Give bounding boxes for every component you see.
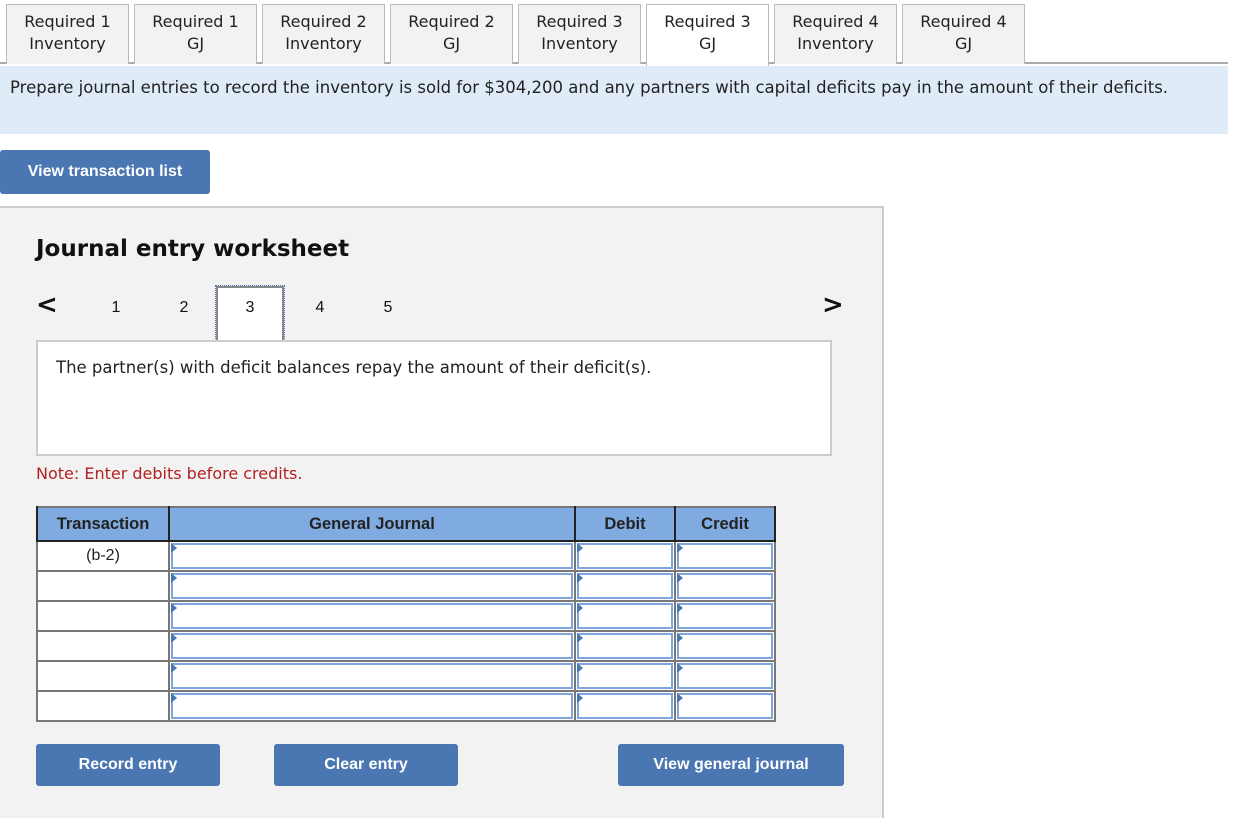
tab-label-line1: Required 3 (664, 12, 751, 31)
transaction-cell (36, 690, 170, 722)
debit-input[interactable] (574, 660, 676, 692)
account-input[interactable] (168, 600, 576, 632)
view-general-journal-button[interactable]: View general journal (618, 744, 844, 786)
journal-table: Transaction General Journal Debit Credit… (36, 506, 776, 722)
dropdown-marker-icon (171, 603, 177, 613)
credit-input[interactable] (674, 600, 776, 632)
input-marker-icon (577, 663, 583, 673)
account-input[interactable] (168, 570, 576, 602)
transaction-description: The partner(s) with deficit balances rep… (36, 340, 832, 456)
dropdown-marker-icon (171, 573, 177, 583)
tab-required-2-gj[interactable]: Required 2 GJ (390, 4, 513, 64)
tab-label-line1: Required 1 (152, 12, 239, 31)
input-marker-icon (577, 693, 583, 703)
input-marker-icon (677, 693, 683, 703)
table-row (36, 600, 776, 632)
input-marker-icon (577, 543, 583, 553)
credit-input[interactable] (674, 570, 776, 602)
account-input[interactable] (168, 540, 576, 572)
input-marker-icon (677, 543, 683, 553)
dropdown-marker-icon (171, 663, 177, 673)
debit-input[interactable] (574, 570, 676, 602)
credit-input[interactable] (674, 690, 776, 722)
account-input[interactable] (168, 690, 576, 722)
table-row (36, 630, 776, 662)
page-5[interactable]: 5 (354, 288, 422, 344)
transaction-cell: (b-2) (36, 540, 170, 572)
page-4[interactable]: 4 (286, 288, 354, 344)
page-2[interactable]: 2 (150, 288, 218, 344)
input-marker-icon (677, 573, 683, 583)
clear-entry-button[interactable]: Clear entry (274, 744, 458, 786)
credit-input[interactable] (674, 630, 776, 662)
table-row: (b-2) (36, 540, 776, 572)
tab-label-line1: Required 2 (408, 12, 495, 31)
debit-input[interactable] (574, 540, 676, 572)
transaction-cell (36, 660, 170, 692)
account-input[interactable] (168, 630, 576, 662)
debit-input[interactable] (574, 690, 676, 722)
input-marker-icon (677, 603, 683, 613)
col-credit: Credit (674, 507, 776, 542)
tab-required-3-gj[interactable]: Required 3 GJ (646, 4, 769, 66)
tab-required-1-inventory[interactable]: Required 1 Inventory (6, 4, 129, 64)
tab-label-line2: Inventory (797, 34, 874, 53)
transaction-cell (36, 600, 170, 632)
worksheet-pager: < 1 2 3 4 5 > (36, 284, 846, 343)
record-entry-button[interactable]: Record entry (36, 744, 220, 786)
tab-label-line2: GJ (442, 34, 461, 53)
question-prompt: Prepare journal entries to record the in… (0, 66, 1228, 134)
col-debit: Debit (574, 507, 676, 542)
input-marker-icon (577, 573, 583, 583)
tab-required-3-inventory[interactable]: Required 3 Inventory (518, 4, 641, 64)
input-marker-icon (677, 663, 683, 673)
debit-input[interactable] (574, 630, 676, 662)
tab-label-line2: GJ (698, 34, 717, 53)
journal-header-row: Transaction General Journal Debit Credit (36, 507, 776, 542)
tab-label-line2: Inventory (285, 34, 362, 53)
tab-label-line1: Required 1 (24, 12, 111, 31)
table-row (36, 690, 776, 722)
credit-input[interactable] (674, 660, 776, 692)
chevron-right-icon[interactable]: > (822, 290, 844, 320)
tab-label-line2: Inventory (541, 34, 618, 53)
tab-label-line1: Required 2 (280, 12, 367, 31)
tab-required-4-gj[interactable]: Required 4 GJ (902, 4, 1025, 64)
tab-label-line1: Required 3 (536, 12, 623, 31)
debit-input[interactable] (574, 600, 676, 632)
dropdown-marker-icon (171, 633, 177, 643)
input-marker-icon (577, 633, 583, 643)
tab-required-4-inventory[interactable]: Required 4 Inventory (774, 4, 897, 64)
tab-required-2-inventory[interactable]: Required 2 Inventory (262, 4, 385, 64)
tab-label-line2: GJ (954, 34, 973, 53)
page-1[interactable]: 1 (82, 288, 150, 344)
worksheet-title: Journal entry worksheet (36, 236, 350, 262)
tab-bar: Required 1 Inventory Required 1 GJ Require… (0, 0, 1228, 66)
tab-label-line2: Inventory (29, 34, 106, 53)
account-input[interactable] (168, 660, 576, 692)
table-row (36, 570, 776, 602)
journal-entry-worksheet-panel: Journal entry worksheet < 1 2 3 4 5 > Th… (0, 206, 884, 818)
input-marker-icon (577, 603, 583, 613)
dropdown-marker-icon (171, 543, 177, 553)
view-transaction-list-button[interactable]: View transaction list (0, 150, 210, 194)
tab-label-line2: GJ (186, 34, 205, 53)
chevron-left-icon[interactable]: < (36, 290, 58, 320)
transaction-cell (36, 570, 170, 602)
tab-label-line1: Required 4 (792, 12, 879, 31)
col-transaction: Transaction (36, 507, 170, 542)
credit-input[interactable] (674, 540, 776, 572)
transaction-cell (36, 630, 170, 662)
col-general-journal: General Journal (168, 507, 576, 542)
table-row (36, 660, 776, 692)
tab-label-line1: Required 4 (920, 12, 1007, 31)
page-3-active[interactable]: 3 (215, 285, 285, 343)
dropdown-marker-icon (171, 693, 177, 703)
entry-note: Note: Enter debits before credits. (36, 464, 303, 483)
input-marker-icon (677, 633, 683, 643)
tab-required-1-gj[interactable]: Required 1 GJ (134, 4, 257, 64)
